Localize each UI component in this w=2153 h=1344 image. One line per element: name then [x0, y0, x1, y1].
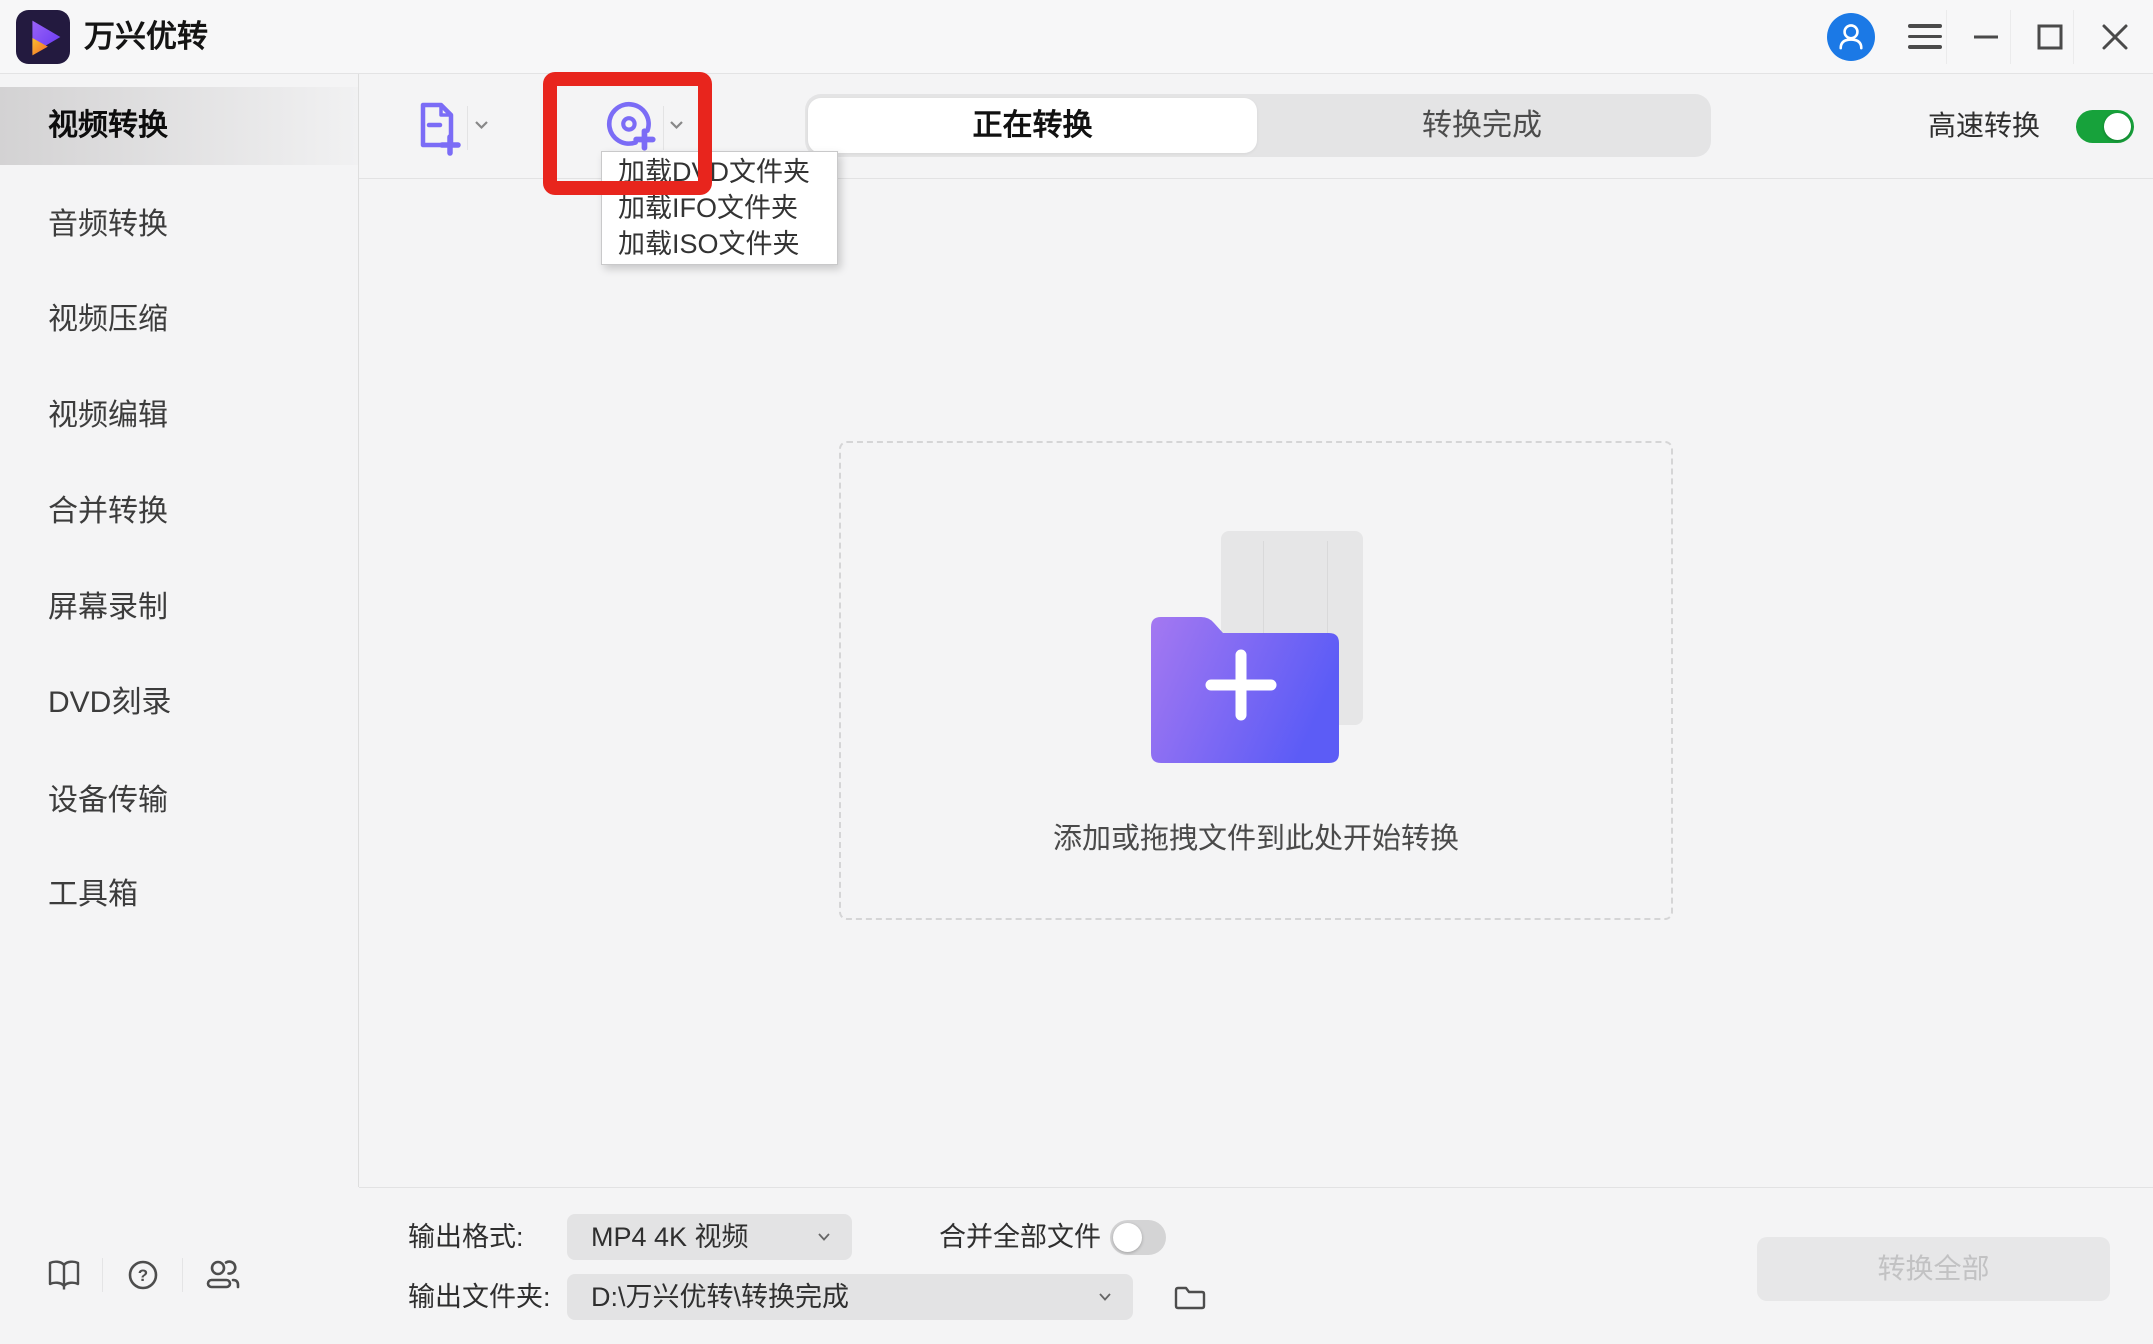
sidebar-item-video-convert[interactable]: 视频转换	[0, 87, 358, 165]
help-button[interactable]: ?	[123, 1255, 163, 1295]
folder-icon	[1173, 1283, 1207, 1313]
output-folder-value: D:\万兴优转\转换完成	[591, 1282, 849, 1312]
question-icon: ?	[126, 1258, 160, 1292]
close-icon	[2100, 22, 2130, 52]
book-icon	[46, 1258, 82, 1292]
menu-item-load-ifo-folder[interactable]: 加载IFO文件夹	[602, 190, 837, 226]
convert-tabbar: 正在转换 转换完成	[805, 94, 1711, 157]
menu-item-load-dvd-folder[interactable]: 加载DVD文件夹	[602, 154, 837, 190]
output-format-value: MP4 4K 视频	[591, 1222, 749, 1252]
app-logo-icon	[16, 10, 70, 64]
load-dvd-dropdown-arrow[interactable]	[669, 120, 684, 130]
convert-all-button[interactable]: 转换全部	[1757, 1237, 2110, 1301]
output-folder-label: 输出文件夹:	[408, 1274, 551, 1320]
sidebar-item-video-compress[interactable]: 视频压缩	[0, 281, 358, 359]
user-avatar[interactable]	[1827, 13, 1875, 61]
menu-item-load-iso-folder[interactable]: 加载ISO文件夹	[602, 226, 837, 262]
community-button[interactable]	[203, 1255, 243, 1295]
tab-finished[interactable]: 转换完成	[1257, 94, 1707, 157]
file-drop-zone[interactable]: 添加或拖拽文件到此处开始转换	[839, 441, 1673, 920]
maximize-icon	[2036, 23, 2064, 51]
maximize-button[interactable]	[2027, 0, 2073, 74]
title-bar: 万兴优转	[0, 0, 2153, 74]
sidebar-item-screen-record[interactable]: 屏幕录制	[0, 569, 358, 647]
sidebar-item-device-transfer[interactable]: 设备传输	[0, 762, 358, 840]
sidebar-item-audio-convert[interactable]: 音频转换	[0, 186, 358, 264]
footer-divider	[359, 1187, 2153, 1188]
browse-folder-button[interactable]	[1170, 1279, 1210, 1317]
toggle-knob	[2104, 113, 2131, 140]
toggle-knob	[1113, 1223, 1142, 1252]
titlebar-separator	[1946, 10, 1947, 64]
sidebar-item-merge-convert[interactable]: 合并转换	[0, 473, 358, 551]
footer-icon-separator	[102, 1258, 103, 1292]
svg-text:?: ?	[138, 1266, 148, 1285]
titlebar-separator	[2010, 10, 2011, 64]
add-file-dropdown-arrow[interactable]	[474, 120, 489, 130]
output-folder-select[interactable]: D:\万兴优转\转换完成	[567, 1274, 1133, 1320]
footer-icon-separator	[182, 1258, 183, 1292]
app-window: 万兴优转 视频转换 音频转换 视频压缩 视频编辑 合并转换 屏幕录制 DVD刻录…	[0, 0, 2153, 1344]
sidebar-border	[358, 74, 359, 1187]
high-speed-label: 高速转换	[1928, 94, 2040, 157]
chevron-down-icon	[474, 120, 489, 130]
load-dvd-menu: 加载DVD文件夹 加载IFO文件夹 加载ISO文件夹	[601, 151, 838, 265]
minimize-icon	[1972, 23, 2000, 51]
chevron-down-icon	[669, 120, 684, 130]
sidebar-item-toolbox[interactable]: 工具箱	[0, 856, 358, 934]
merge-all-label: 合并全部文件	[939, 1214, 1101, 1260]
menu-icon[interactable]	[1908, 24, 1942, 50]
sidebar-item-dvd-burn[interactable]: DVD刻录	[0, 664, 358, 742]
merge-all-toggle[interactable]	[1110, 1220, 1166, 1255]
chevron-down-icon	[818, 1233, 830, 1241]
minimize-button[interactable]	[1963, 0, 2009, 74]
add-folder-icon	[1151, 531, 1363, 763]
guide-button[interactable]	[44, 1255, 84, 1295]
drop-zone-hint: 添加或拖拽文件到此处开始转换	[841, 815, 1671, 857]
folder-graphic	[1151, 599, 1347, 763]
tab-converting[interactable]: 正在转换	[808, 98, 1257, 153]
app-title: 万兴优转	[84, 0, 208, 74]
close-button[interactable]	[2092, 0, 2138, 74]
add-dvd-icon	[602, 97, 660, 155]
add-file-icon	[413, 100, 463, 156]
sidebar-item-video-edit[interactable]: 视频编辑	[0, 377, 358, 455]
add-file-button[interactable]	[413, 100, 463, 156]
titlebar-separator	[2073, 10, 2074, 64]
people-icon	[204, 1258, 242, 1292]
output-format-label: 输出格式:	[408, 1214, 524, 1260]
toolbar-separator	[467, 106, 468, 150]
toolbar-separator	[663, 106, 664, 150]
load-dvd-button[interactable]	[602, 97, 660, 155]
high-speed-toggle[interactable]	[2076, 110, 2134, 143]
output-format-select[interactable]: MP4 4K 视频	[567, 1214, 852, 1260]
chevron-down-icon	[1099, 1293, 1111, 1301]
